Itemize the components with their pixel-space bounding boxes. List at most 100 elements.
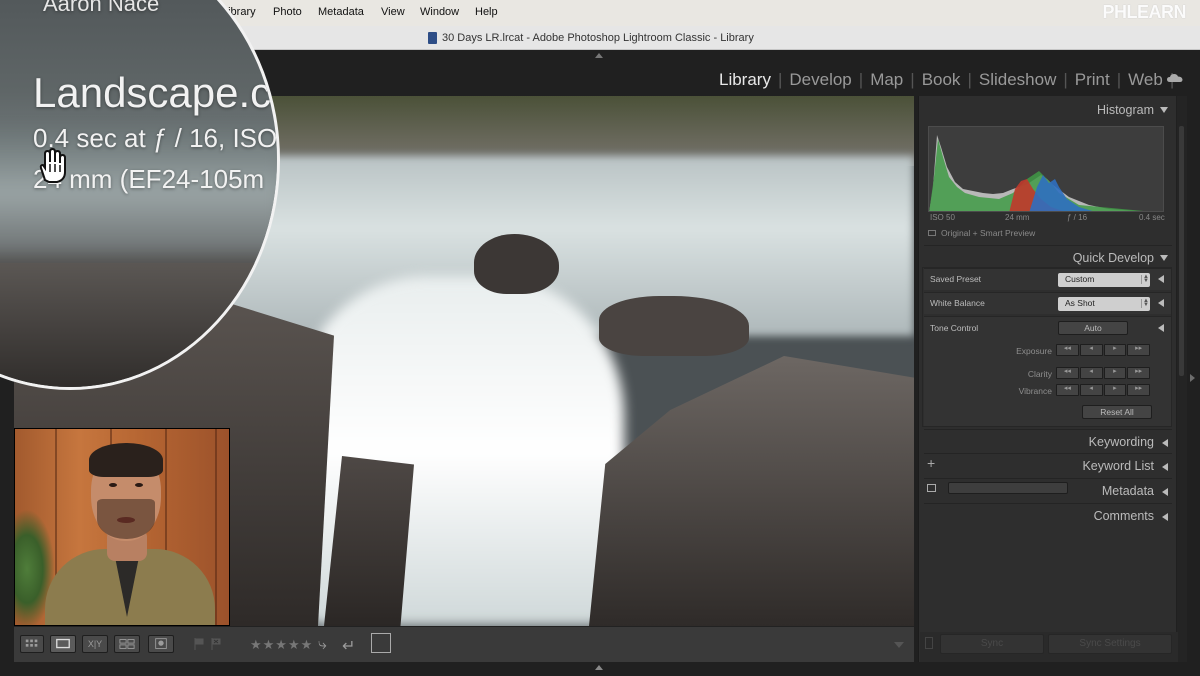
menu-photo[interactable]: Photo	[273, 6, 302, 18]
module-book[interactable]: Book	[922, 70, 961, 90]
people-view-button[interactable]	[148, 635, 174, 653]
exposure-stepper[interactable]: ◂◂ ◂ ▸ ▸▸	[1056, 344, 1151, 356]
increase-small-button[interactable]: ▸	[1103, 367, 1127, 379]
toolbar-options-chevron-icon[interactable]	[894, 642, 904, 648]
flag-reject-icon[interactable]	[211, 638, 221, 650]
auto-tone-button[interactable]: Auto	[1058, 321, 1128, 335]
presenter-eye	[135, 483, 143, 487]
library-toolbar: X|Y ★★★★★ ⤷ ↵	[14, 626, 914, 662]
histogram-graph	[929, 135, 1144, 211]
module-web[interactable]: Web	[1128, 70, 1163, 90]
comments-header[interactable]: Comments	[924, 503, 1172, 527]
module-separator: |	[1063, 70, 1068, 89]
auto-sync-switch[interactable]	[925, 637, 933, 649]
wood-plank	[215, 429, 217, 625]
scrollbar-thumb[interactable]	[1179, 126, 1184, 376]
top-panel-toggle-icon[interactable]	[595, 53, 603, 58]
sync-button[interactable]: Sync	[940, 634, 1044, 654]
histogram-header[interactable]: Histogram	[924, 98, 1172, 122]
module-map[interactable]: Map	[870, 70, 903, 90]
add-keyword-plus-icon[interactable]: +	[927, 455, 935, 471]
presenter-hair	[89, 443, 163, 477]
clarity-label: Clarity	[1027, 369, 1052, 379]
panel-scrollbar[interactable]	[1177, 96, 1187, 662]
quick-develop-header[interactable]: Quick Develop	[924, 245, 1172, 269]
select-spinner-icon: ▲ ▼	[1141, 298, 1149, 308]
magnified-author: Aaron Nace	[43, 0, 160, 16]
right-panel-toggle-icon[interactable]	[1190, 374, 1195, 382]
saved-preset-expand-icon[interactable]	[1158, 275, 1164, 283]
module-print[interactable]: Print	[1075, 70, 1110, 90]
compare-label: X|Y	[87, 639, 103, 649]
decrease-large-button[interactable]: ◂◂	[1056, 344, 1079, 356]
grid-view-button[interactable]	[20, 635, 44, 653]
increase-small-button[interactable]: ▸	[1103, 344, 1127, 356]
decrease-small-button[interactable]: ◂	[1079, 344, 1103, 356]
module-separator: |	[910, 70, 915, 89]
metadata-edit-icon[interactable]	[927, 484, 936, 492]
module-separator: |	[967, 70, 972, 89]
menu-metadata[interactable]: Metadata	[318, 6, 364, 18]
decrease-small-button[interactable]: ◂	[1079, 384, 1103, 396]
expand-triangle-icon	[1162, 513, 1168, 521]
crop-overlay-icon[interactable]	[371, 633, 391, 653]
increase-large-button[interactable]: ▸▸	[1127, 367, 1150, 379]
exposure-label: Exposure	[1016, 346, 1052, 356]
cloud-sync-icon[interactable]	[1167, 73, 1183, 83]
module-library[interactable]: Library	[719, 70, 771, 90]
histogram-iso: ISO 50	[930, 213, 955, 222]
window-title: 30 Days LR.lrcat - Adobe Photoshop Light…	[442, 32, 754, 44]
keywording-header[interactable]: Keywording	[924, 429, 1172, 453]
decrease-small-button[interactable]: ◂	[1079, 367, 1103, 379]
rotate-right-icon[interactable]: ↵	[342, 636, 355, 656]
flag-pick-icon[interactable]	[194, 638, 204, 650]
rotate-left-icon[interactable]: ⤷	[318, 636, 327, 654]
presenter-eye	[109, 483, 117, 487]
white-balance-select[interactable]: As Shot ▲ ▼	[1058, 297, 1150, 311]
increase-small-button[interactable]: ▸	[1103, 384, 1127, 396]
module-separator: |	[858, 70, 864, 89]
comments-title: Comments	[1093, 509, 1154, 523]
increase-large-button[interactable]: ▸▸	[1127, 384, 1150, 396]
metadata-preset-select[interactable]	[948, 482, 1068, 494]
select-spinner-icon: ▲ ▼	[1141, 274, 1149, 284]
reset-all-button[interactable]: Reset All	[1082, 405, 1152, 419]
white-balance-expand-icon[interactable]	[1158, 299, 1164, 307]
decrease-large-button[interactable]: ◂◂	[1056, 367, 1079, 379]
photo-rock	[474, 234, 559, 294]
keyword-list-header[interactable]: Keyword List	[924, 453, 1172, 477]
module-picker: Library | Develop | Map | Book | Slideshow | Print…	[719, 70, 1181, 90]
histogram-aperture: ƒ / 16	[1067, 213, 1088, 222]
smart-preview-icon[interactable]	[928, 230, 936, 236]
grid-icon	[25, 639, 38, 647]
white-balance-value: As Shot	[1065, 298, 1095, 308]
menu-window[interactable]: Window	[420, 6, 459, 18]
expand-triangle-icon	[1162, 439, 1168, 447]
vibrance-stepper[interactable]: ◂◂ ◂ ▸ ▸▸	[1056, 384, 1151, 396]
increase-large-button[interactable]: ▸▸	[1127, 344, 1150, 356]
loupe-view-button[interactable]	[50, 635, 76, 653]
sync-settings-button[interactable]: Sync Settings	[1048, 634, 1172, 654]
tone-control-label: Tone Control	[930, 323, 979, 333]
filmstrip-toggle-icon[interactable]	[595, 665, 603, 670]
histogram-shutter: 0.4 sec	[1139, 213, 1165, 222]
star-rating[interactable]: ★★★★★	[250, 637, 313, 653]
survey-view-button[interactable]	[114, 635, 140, 653]
watermark-logo: PHLEARN	[1102, 2, 1186, 22]
collapse-triangle-icon	[1160, 107, 1168, 113]
histogram-chart[interactable]	[928, 126, 1164, 212]
module-slideshow[interactable]: Slideshow	[979, 70, 1057, 90]
clarity-stepper[interactable]: ◂◂ ◂ ▸ ▸▸	[1056, 367, 1151, 379]
quick-develop-title: Quick Develop	[1072, 251, 1154, 265]
document-icon	[428, 32, 437, 44]
decrease-large-button[interactable]: ◂◂	[1056, 384, 1079, 396]
histogram-focal-length: 24 mm	[1005, 213, 1030, 222]
module-separator: |	[1116, 70, 1122, 89]
compare-view-button[interactable]: X|Y	[82, 635, 108, 653]
menu-help[interactable]: Help	[475, 6, 498, 18]
module-develop[interactable]: Develop	[789, 70, 851, 90]
saved-preset-select[interactable]: Custom ▲ ▼	[1058, 273, 1150, 287]
keywording-title: Keywording	[1088, 435, 1154, 449]
tone-control-expand-icon[interactable]	[1158, 324, 1164, 332]
menu-view[interactable]: View	[381, 6, 405, 18]
